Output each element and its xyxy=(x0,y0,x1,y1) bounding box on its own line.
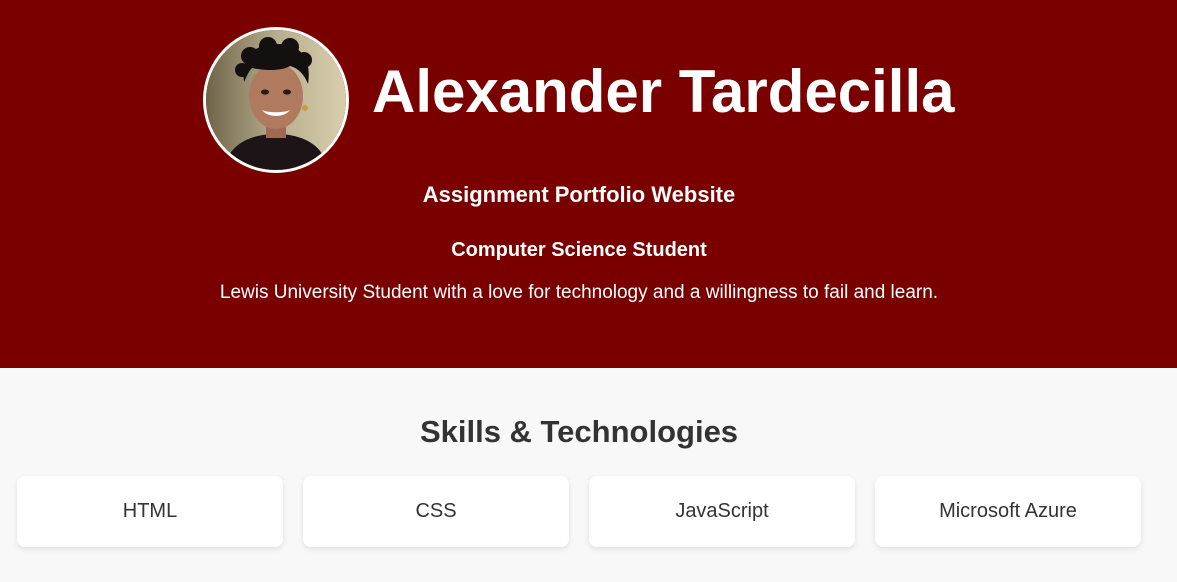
site-subtitle: Assignment Portfolio Website xyxy=(422,182,736,207)
skills-section: Skills & Technologies HTML CSS JavaScrip… xyxy=(0,368,1177,582)
skills-heading: Skills & Technologies xyxy=(419,414,739,449)
hero-header: Alexander Tardecilla Assignment Portfoli… xyxy=(0,0,1177,368)
skill-card-css: CSS xyxy=(303,476,569,547)
skill-card-html: HTML xyxy=(17,476,283,547)
profile-photo xyxy=(203,27,349,173)
role-heading: Computer Science Student xyxy=(451,239,707,261)
skill-card-microsoft-azure: Microsoft Azure xyxy=(875,476,1141,547)
skills-grid: HTML CSS JavaScript Microsoft Azure xyxy=(17,476,1141,547)
tagline-text: Lewis University Student with a love for… xyxy=(219,282,939,303)
skill-card-javascript: JavaScript xyxy=(589,476,855,547)
page-title: Alexander Tardecilla xyxy=(372,58,955,125)
profile-photo-image xyxy=(206,30,346,170)
